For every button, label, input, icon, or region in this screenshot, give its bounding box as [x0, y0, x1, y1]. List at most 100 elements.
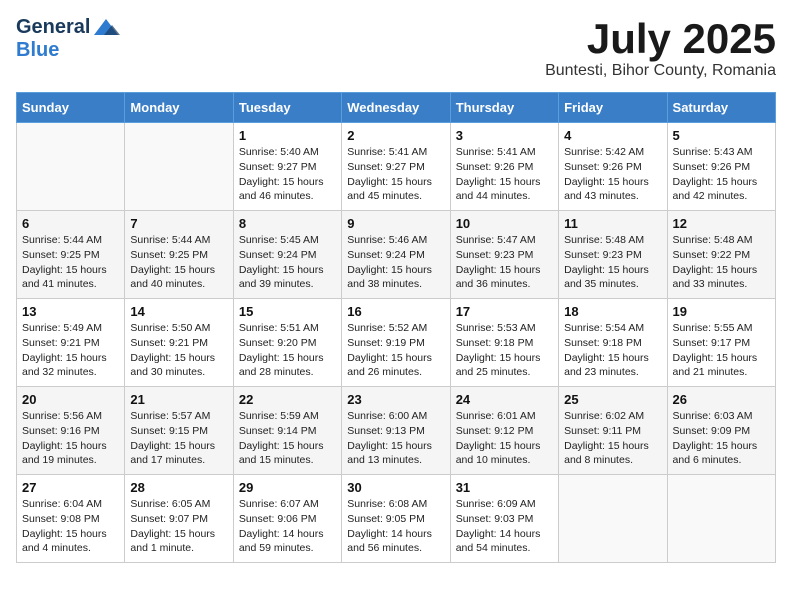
calendar-cell: 12 Sunrise: 5:48 AM Sunset: 9:22 PM Dayli…: [667, 211, 775, 299]
day-number: 8: [239, 216, 336, 231]
day-number: 4: [564, 128, 661, 143]
day-info: Sunrise: 5:44 AM Sunset: 9:25 PM Dayligh…: [22, 233, 119, 292]
calendar-cell: 3Sunrise: 5:41 AM Sunset: 9:26 PM Daylig…: [450, 123, 558, 211]
weekday-header-sunday: Sunday: [17, 93, 125, 123]
day-number: 24: [456, 392, 553, 407]
calendar-cell: 16Sunrise: 5:52 AM Sunset: 9:19 PM Dayli…: [342, 299, 450, 387]
calendar-cell: 17Sunrise: 5:53 AM Sunset: 9:18 PM Dayli…: [450, 299, 558, 387]
day-number: 21: [130, 392, 227, 407]
day-info: Sunrise: 5:59 AM Sunset: 9:14 PM Dayligh…: [239, 409, 336, 468]
weekday-header-tuesday: Tuesday: [233, 93, 341, 123]
calendar-cell: [125, 123, 233, 211]
week-row-3: 20 Sunrise: 5:56 AM Sunset: 9:16 PM Dayli…: [17, 387, 776, 475]
calendar-cell: 21 Sunrise: 5:57 AM Sunset: 9:15 PM Dayli…: [125, 387, 233, 475]
day-info: Sunrise: 6:00 AM Sunset: 9:13 PM Dayligh…: [347, 409, 444, 468]
calendar-cell: 7Sunrise: 5:44 AM Sunset: 9:25 PM Daylig…: [125, 211, 233, 299]
calendar-cell: [667, 475, 775, 563]
calendar-cell: 28Sunrise: 6:05 AM Sunset: 9:07 PM Dayli…: [125, 475, 233, 563]
week-row-2: 13 Sunrise: 5:49 AM Sunset: 9:21 PM Dayli…: [17, 299, 776, 387]
calendar-cell: 27 Sunrise: 6:04 AM Sunset: 9:08 PM Dayli…: [17, 475, 125, 563]
week-row-1: 6 Sunrise: 5:44 AM Sunset: 9:25 PM Daylig…: [17, 211, 776, 299]
day-number: 31: [456, 480, 553, 495]
calendar-cell: 23 Sunrise: 6:00 AM Sunset: 9:13 PM Dayli…: [342, 387, 450, 475]
calendar-cell: 2 Sunrise: 5:41 AM Sunset: 9:27 PM Daylig…: [342, 123, 450, 211]
title-block: July 2025 Buntesti, Bihor County, Romani…: [545, 16, 776, 80]
day-number: 10: [456, 216, 553, 231]
calendar-cell: 15Sunrise: 5:51 AM Sunset: 9:20 PM Dayli…: [233, 299, 341, 387]
weekday-header-saturday: Saturday: [667, 93, 775, 123]
day-number: 29: [239, 480, 336, 495]
location-title: Buntesti, Bihor County, Romania: [545, 62, 776, 80]
day-number: 5: [673, 128, 770, 143]
day-info: Sunrise: 6:01 AM Sunset: 9:12 PM Dayligh…: [456, 409, 553, 468]
day-number: 20: [22, 392, 119, 407]
day-number: 3: [456, 128, 553, 143]
calendar-cell: 13 Sunrise: 5:49 AM Sunset: 9:21 PM Dayli…: [17, 299, 125, 387]
day-info: Sunrise: 5:47 AM Sunset: 9:23 PM Dayligh…: [456, 233, 553, 292]
weekday-header-monday: Monday: [125, 93, 233, 123]
day-number: 18: [564, 304, 661, 319]
day-number: 19: [673, 304, 770, 319]
day-info: Sunrise: 5:40 AM Sunset: 9:27 PM Dayligh…: [239, 145, 336, 204]
calendar-cell: 30 Sunrise: 6:08 AM Sunset: 9:05 PM Dayli…: [342, 475, 450, 563]
day-number: 25: [564, 392, 661, 407]
calendar-cell: 1 Sunrise: 5:40 AM Sunset: 9:27 PM Daylig…: [233, 123, 341, 211]
day-number: 17: [456, 304, 553, 319]
day-number: 22: [239, 392, 336, 407]
calendar-cell: 14Sunrise: 5:50 AM Sunset: 9:21 PM Dayli…: [125, 299, 233, 387]
calendar-cell: 29Sunrise: 6:07 AM Sunset: 9:06 PM Dayli…: [233, 475, 341, 563]
calendar-cell: 25Sunrise: 6:02 AM Sunset: 9:11 PM Dayli…: [559, 387, 667, 475]
day-number: 1: [239, 128, 336, 143]
day-info: Sunrise: 5:54 AM Sunset: 9:18 PM Dayligh…: [564, 321, 661, 380]
calendar-cell: 5 Sunrise: 5:43 AM Sunset: 9:26 PM Daylig…: [667, 123, 775, 211]
calendar-cell: 22 Sunrise: 5:59 AM Sunset: 9:14 PM Dayli…: [233, 387, 341, 475]
calendar-cell: 11Sunrise: 5:48 AM Sunset: 9:23 PM Dayli…: [559, 211, 667, 299]
logo: General Blue: [16, 16, 120, 62]
week-row-4: 27 Sunrise: 6:04 AM Sunset: 9:08 PM Dayli…: [17, 475, 776, 563]
day-info: Sunrise: 5:57 AM Sunset: 9:15 PM Dayligh…: [130, 409, 227, 468]
day-info: Sunrise: 5:55 AM Sunset: 9:17 PM Dayligh…: [673, 321, 770, 380]
day-number: 12: [673, 216, 770, 231]
calendar-cell: 9Sunrise: 5:46 AM Sunset: 9:24 PM Daylig…: [342, 211, 450, 299]
day-info: Sunrise: 5:43 AM Sunset: 9:26 PM Dayligh…: [673, 145, 770, 204]
calendar-table: SundayMondayTuesdayWednesdayThursdayFrid…: [16, 92, 776, 563]
day-info: Sunrise: 5:51 AM Sunset: 9:20 PM Dayligh…: [239, 321, 336, 380]
weekday-header-friday: Friday: [559, 93, 667, 123]
weekday-header-row: SundayMondayTuesdayWednesdayThursdayFrid…: [17, 93, 776, 123]
day-number: 6: [22, 216, 119, 231]
day-info: Sunrise: 5:44 AM Sunset: 9:25 PM Dayligh…: [130, 233, 227, 292]
day-info: Sunrise: 5:56 AM Sunset: 9:16 PM Dayligh…: [22, 409, 119, 468]
day-number: 16: [347, 304, 444, 319]
day-info: Sunrise: 5:41 AM Sunset: 9:27 PM Dayligh…: [347, 145, 444, 204]
day-number: 30: [347, 480, 444, 495]
month-title: July 2025: [545, 16, 776, 62]
day-number: 11: [564, 216, 661, 231]
day-number: 27: [22, 480, 119, 495]
calendar-cell: 20 Sunrise: 5:56 AM Sunset: 9:16 PM Dayli…: [17, 387, 125, 475]
logo-general: General: [16, 16, 90, 39]
calendar-cell: 6 Sunrise: 5:44 AM Sunset: 9:25 PM Daylig…: [17, 211, 125, 299]
calendar-cell: 18 Sunrise: 5:54 AM Sunset: 9:18 PM Dayli…: [559, 299, 667, 387]
logo-blue: Blue: [16, 39, 59, 61]
day-number: 23: [347, 392, 444, 407]
calendar-cell: [17, 123, 125, 211]
day-info: Sunrise: 6:04 AM Sunset: 9:08 PM Dayligh…: [22, 497, 119, 556]
calendar-cell: 31 Sunrise: 6:09 AM Sunset: 9:03 PM Dayli…: [450, 475, 558, 563]
day-info: Sunrise: 6:08 AM Sunset: 9:05 PM Dayligh…: [347, 497, 444, 556]
week-row-0: 1 Sunrise: 5:40 AM Sunset: 9:27 PM Daylig…: [17, 123, 776, 211]
day-info: Sunrise: 5:48 AM Sunset: 9:22 PM Dayligh…: [673, 233, 770, 292]
page-header: General Blue July 2025 Buntesti, Bihor C…: [16, 16, 776, 80]
day-info: Sunrise: 5:49 AM Sunset: 9:21 PM Dayligh…: [22, 321, 119, 380]
day-info: Sunrise: 5:42 AM Sunset: 9:26 PM Dayligh…: [564, 145, 661, 204]
logo-icon: [92, 17, 120, 39]
calendar-cell: 24 Sunrise: 6:01 AM Sunset: 9:12 PM Dayli…: [450, 387, 558, 475]
day-info: Sunrise: 6:09 AM Sunset: 9:03 PM Dayligh…: [456, 497, 553, 556]
day-number: 26: [673, 392, 770, 407]
weekday-header-thursday: Thursday: [450, 93, 558, 123]
calendar-cell: 8Sunrise: 5:45 AM Sunset: 9:24 PM Daylig…: [233, 211, 341, 299]
calendar-cell: 19 Sunrise: 5:55 AM Sunset: 9:17 PM Dayli…: [667, 299, 775, 387]
calendar-cell: 26Sunrise: 6:03 AM Sunset: 9:09 PM Dayli…: [667, 387, 775, 475]
day-number: 14: [130, 304, 227, 319]
day-number: 13: [22, 304, 119, 319]
day-number: 2: [347, 128, 444, 143]
